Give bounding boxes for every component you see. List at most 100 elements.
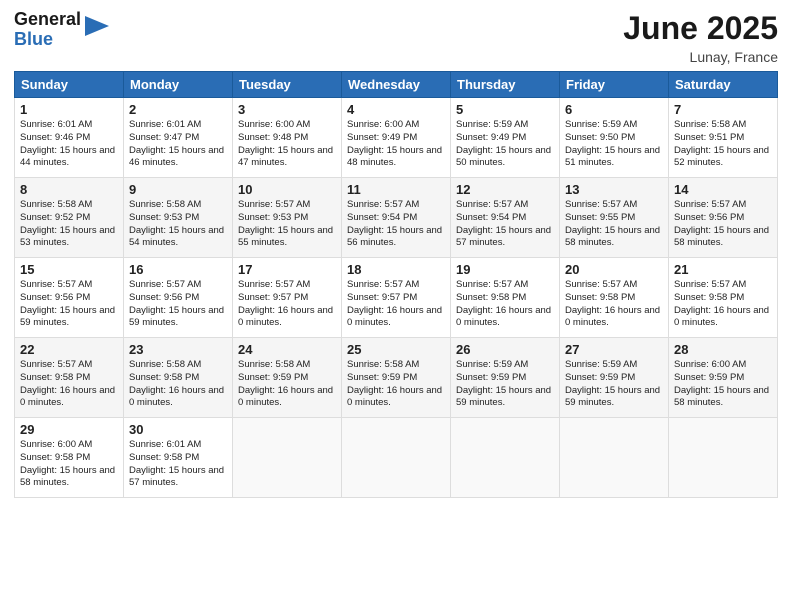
- day-number: 18: [347, 262, 445, 277]
- week-row-3: 15 Sunrise: 5:57 AMSunset: 9:56 PMDayligh…: [15, 258, 778, 338]
- calendar-cell: 11Sunrise: 5:57 AMSunset: 9:54 PMDayligh…: [342, 178, 451, 258]
- calendar-cell: 19 Sunrise: 5:57 AMSunset: 9:58 PMDayligh…: [451, 258, 560, 338]
- day-number: 16: [129, 262, 227, 277]
- calendar-cell: 16 Sunrise: 5:57 AMSunset: 9:56 PMDayligh…: [124, 258, 233, 338]
- day-info: Sunrise: 5:57 AMSunset: 9:56 PMDaylight:…: [129, 279, 227, 330]
- day-header-monday: Monday: [124, 72, 233, 98]
- day-number: 28: [674, 342, 772, 357]
- calendar-cell: 3Sunrise: 6:00 AMSunset: 9:48 PMDaylight…: [233, 98, 342, 178]
- day-number: 8: [20, 182, 118, 197]
- day-number: 26: [456, 342, 554, 357]
- calendar-cell: 14Sunrise: 5:57 AMSunset: 9:56 PMDayligh…: [669, 178, 778, 258]
- calendar-cell: [342, 418, 451, 498]
- day-number: 21: [674, 262, 772, 277]
- day-info: Sunrise: 5:57 AMSunset: 9:54 PMDaylight:…: [347, 199, 445, 250]
- day-number: 27: [565, 342, 663, 357]
- day-info: Sunrise: 6:00 AMSunset: 9:49 PMDaylight:…: [347, 119, 445, 170]
- calendar-cell: [451, 418, 560, 498]
- day-info: Sunrise: 5:58 AMSunset: 9:52 PMDaylight:…: [20, 199, 118, 250]
- calendar-cell: [233, 418, 342, 498]
- day-number: 6: [565, 102, 663, 117]
- week-row-2: 8 Sunrise: 5:58 AMSunset: 9:52 PMDaylight…: [15, 178, 778, 258]
- week-row-5: 29Sunrise: 6:00 AMSunset: 9:58 PMDayligh…: [15, 418, 778, 498]
- calendar-cell: 4 Sunrise: 6:00 AMSunset: 9:49 PMDaylight…: [342, 98, 451, 178]
- page: General Blue June 2025 Lunay, France Sun…: [0, 0, 792, 612]
- day-info: Sunrise: 5:57 AMSunset: 9:54 PMDaylight:…: [456, 199, 554, 250]
- day-header-tuesday: Tuesday: [233, 72, 342, 98]
- day-info: Sunrise: 5:58 AMSunset: 9:53 PMDaylight:…: [129, 199, 227, 250]
- day-number: 22: [20, 342, 118, 357]
- day-number: 4: [347, 102, 445, 117]
- day-number: 24: [238, 342, 336, 357]
- day-number: 17: [238, 262, 336, 277]
- day-number: 12: [456, 182, 554, 197]
- calendar-cell: 1 Sunrise: 6:01 AMSunset: 9:46 PMDaylight…: [15, 98, 124, 178]
- day-number: 2: [129, 102, 227, 117]
- day-info: Sunrise: 6:01 AMSunset: 9:58 PMDaylight:…: [129, 439, 227, 490]
- calendar-cell: 27 Sunrise: 5:59 AMSunset: 9:59 PMDayligh…: [560, 338, 669, 418]
- calendar-cell: 29Sunrise: 6:00 AMSunset: 9:58 PMDayligh…: [15, 418, 124, 498]
- day-info: Sunrise: 5:59 AMSunset: 9:59 PMDaylight:…: [456, 359, 554, 410]
- day-number: 25: [347, 342, 445, 357]
- day-info: Sunrise: 5:57 AMSunset: 9:53 PMDaylight:…: [238, 199, 336, 250]
- month-title: June 2025: [623, 10, 778, 47]
- calendar-cell: 5 Sunrise: 5:59 AMSunset: 9:49 PMDaylight…: [451, 98, 560, 178]
- day-header-wednesday: Wednesday: [342, 72, 451, 98]
- day-info: Sunrise: 5:58 AMSunset: 9:58 PMDaylight:…: [129, 359, 227, 410]
- calendar-cell: 12 Sunrise: 5:57 AMSunset: 9:54 PMDayligh…: [451, 178, 560, 258]
- day-info: Sunrise: 5:57 AMSunset: 9:57 PMDaylight:…: [347, 279, 445, 330]
- calendar-cell: 6 Sunrise: 5:59 AMSunset: 9:50 PMDaylight…: [560, 98, 669, 178]
- calendar-cell: 23 Sunrise: 5:58 AMSunset: 9:58 PMDayligh…: [124, 338, 233, 418]
- calendar-cell: 21 Sunrise: 5:57 AMSunset: 9:58 PMDayligh…: [669, 258, 778, 338]
- day-number: 1: [20, 102, 118, 117]
- day-number: 29: [20, 422, 118, 437]
- days-header-row: SundayMondayTuesdayWednesdayThursdayFrid…: [15, 72, 778, 98]
- day-number: 5: [456, 102, 554, 117]
- calendar-cell: 7Sunrise: 5:58 AMSunset: 9:51 PMDaylight…: [669, 98, 778, 178]
- day-number: 7: [674, 102, 772, 117]
- day-number: 3: [238, 102, 336, 117]
- day-number: 10: [238, 182, 336, 197]
- day-number: 20: [565, 262, 663, 277]
- logo-general: General: [14, 10, 81, 30]
- week-row-4: 22 Sunrise: 5:57 AMSunset: 9:58 PMDayligh…: [15, 338, 778, 418]
- day-info: Sunrise: 5:58 AMSunset: 9:59 PMDaylight:…: [347, 359, 445, 410]
- day-info: Sunrise: 5:58 AMSunset: 9:59 PMDaylight:…: [238, 359, 336, 410]
- calendar-cell: 17Sunrise: 5:57 AMSunset: 9:57 PMDayligh…: [233, 258, 342, 338]
- day-info: Sunrise: 5:57 AMSunset: 9:58 PMDaylight:…: [565, 279, 663, 330]
- day-info: Sunrise: 6:01 AMSunset: 9:47 PMDaylight:…: [129, 119, 227, 170]
- calendar-cell: 26 Sunrise: 5:59 AMSunset: 9:59 PMDayligh…: [451, 338, 560, 418]
- calendar-cell: 9 Sunrise: 5:58 AMSunset: 9:53 PMDaylight…: [124, 178, 233, 258]
- calendar-cell: [560, 418, 669, 498]
- day-info: Sunrise: 5:59 AMSunset: 9:50 PMDaylight:…: [565, 119, 663, 170]
- day-info: Sunrise: 5:57 AMSunset: 9:56 PMDaylight:…: [674, 199, 772, 250]
- day-info: Sunrise: 5:57 AMSunset: 9:58 PMDaylight:…: [674, 279, 772, 330]
- calendar-cell: 25 Sunrise: 5:58 AMSunset: 9:59 PMDayligh…: [342, 338, 451, 418]
- day-number: 15: [20, 262, 118, 277]
- day-number: 19: [456, 262, 554, 277]
- logo-icon: [83, 12, 111, 40]
- day-info: Sunrise: 5:59 AMSunset: 9:49 PMDaylight:…: [456, 119, 554, 170]
- calendar-cell: [669, 418, 778, 498]
- day-number: 13: [565, 182, 663, 197]
- day-info: Sunrise: 6:01 AMSunset: 9:46 PMDaylight:…: [20, 119, 118, 170]
- day-info: Sunrise: 5:57 AMSunset: 9:58 PMDaylight:…: [20, 359, 118, 410]
- day-header-saturday: Saturday: [669, 72, 778, 98]
- logo-blue: Blue: [14, 30, 81, 50]
- calendar-cell: 8 Sunrise: 5:58 AMSunset: 9:52 PMDaylight…: [15, 178, 124, 258]
- location: Lunay, France: [623, 49, 778, 65]
- calendar-cell: 30 Sunrise: 6:01 AMSunset: 9:58 PMDayligh…: [124, 418, 233, 498]
- day-info: Sunrise: 5:57 AMSunset: 9:56 PMDaylight:…: [20, 279, 118, 330]
- logo-text: General Blue: [14, 10, 81, 50]
- day-number: 9: [129, 182, 227, 197]
- calendar-cell: 2 Sunrise: 6:01 AMSunset: 9:47 PMDaylight…: [124, 98, 233, 178]
- calendar-cell: 15 Sunrise: 5:57 AMSunset: 9:56 PMDayligh…: [15, 258, 124, 338]
- day-info: Sunrise: 5:59 AMSunset: 9:59 PMDaylight:…: [565, 359, 663, 410]
- week-row-1: 1 Sunrise: 6:01 AMSunset: 9:46 PMDaylight…: [15, 98, 778, 178]
- day-number: 30: [129, 422, 227, 437]
- day-info: Sunrise: 5:57 AMSunset: 9:58 PMDaylight:…: [456, 279, 554, 330]
- logo: General Blue: [14, 10, 111, 50]
- calendar-cell: 10 Sunrise: 5:57 AMSunset: 9:53 PMDayligh…: [233, 178, 342, 258]
- day-number: 23: [129, 342, 227, 357]
- header: General Blue June 2025 Lunay, France: [14, 10, 778, 65]
